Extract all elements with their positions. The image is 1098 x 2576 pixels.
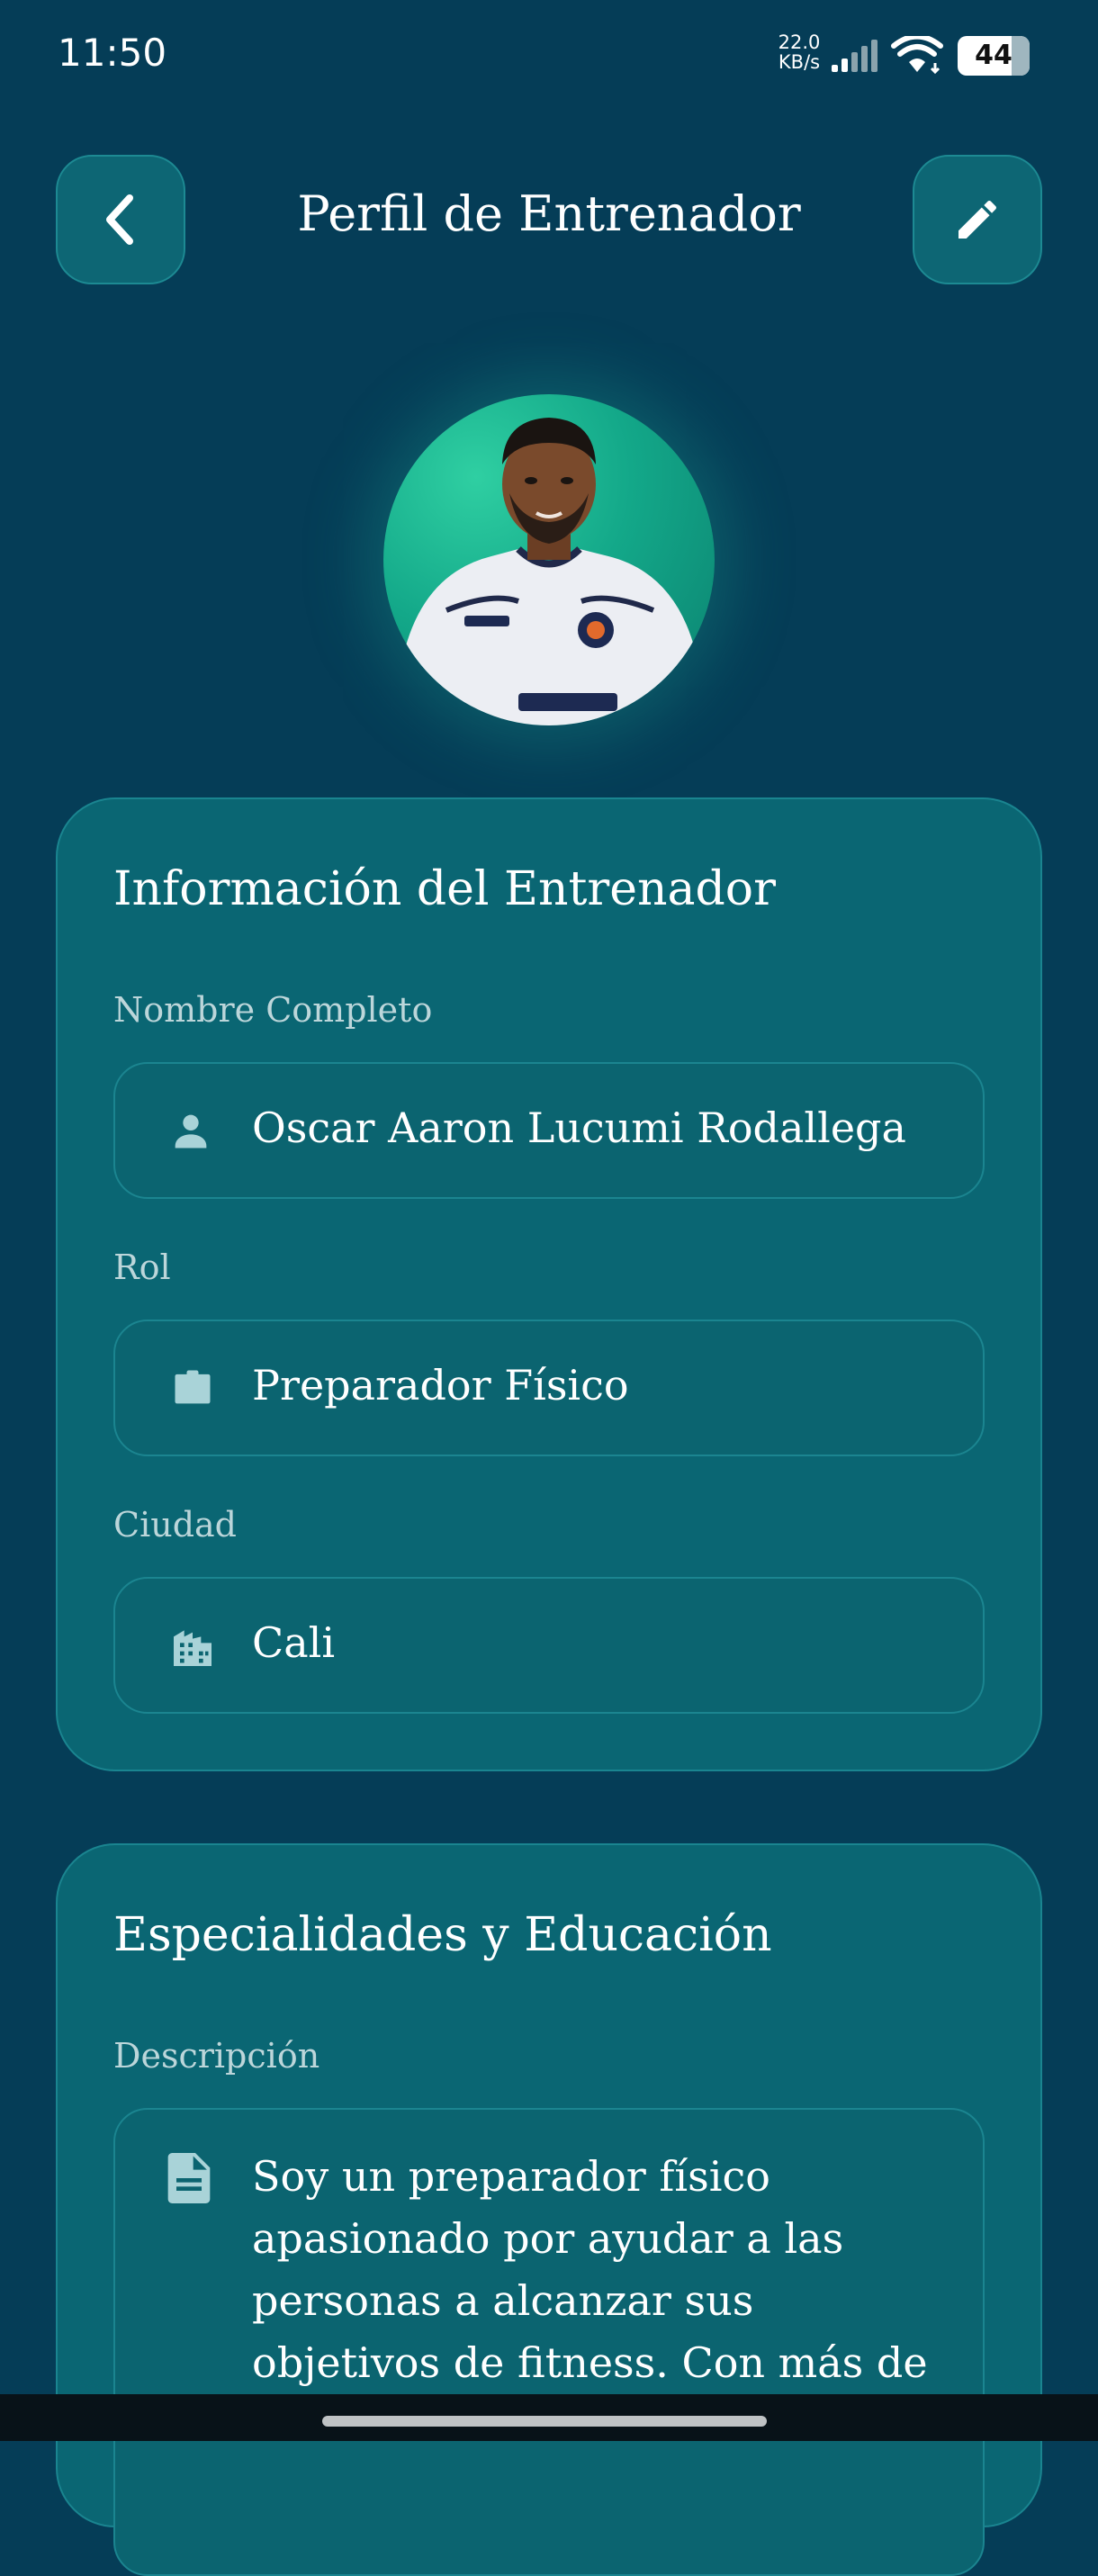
- wifi-icon: [891, 36, 943, 75]
- document-icon: [167, 2153, 211, 2203]
- page-title: Perfil de Entrenador: [297, 185, 801, 242]
- full-name-value: Oscar Aaron Lucumi Rodallega: [252, 1103, 906, 1152]
- card-title: Especialidades y Educación: [113, 1908, 772, 1962]
- edit-profile-button[interactable]: [913, 155, 1042, 284]
- network-speed-value: 22.0: [778, 32, 821, 53]
- field-label-name: Nombre Completo: [113, 990, 433, 1030]
- description-field[interactable]: Soy un preparador físico apasionado por …: [113, 2108, 985, 2576]
- pencil-icon: [958, 200, 997, 239]
- coach-info-card: Información del Entrenador Nombre Comple…: [56, 797, 1042, 1771]
- coach-photo: [401, 418, 698, 725]
- system-nav-bar: [0, 2394, 1098, 2441]
- field-label-description: Descripción: [113, 2036, 320, 2076]
- signal-icon: [832, 40, 878, 72]
- field-label-role: Rol: [113, 1247, 171, 1287]
- network-speed: 22.0 KB/s: [772, 32, 826, 72]
- avatar[interactable]: [383, 394, 715, 725]
- status-time: 11:50: [58, 31, 167, 75]
- status-bar: 11:50 22.0 KB/s 44: [0, 0, 1098, 99]
- network-speed-unit: KB/s: [778, 51, 821, 73]
- battery-icon: 44: [958, 36, 1030, 76]
- card-title: Información del Entrenador: [113, 862, 776, 916]
- city-value: Cali: [252, 1618, 336, 1667]
- battery-level: 44: [975, 40, 1012, 71]
- role-value: Preparador Físico: [252, 1361, 629, 1410]
- chevron-left-icon: [106, 194, 133, 245]
- field-label-city: Ciudad: [113, 1505, 238, 1545]
- full-name-field[interactable]: Oscar Aaron Lucumi Rodallega: [113, 1062, 985, 1199]
- home-indicator[interactable]: [322, 2416, 767, 2427]
- briefcase-icon: [175, 1370, 211, 1404]
- back-button[interactable]: [56, 155, 185, 284]
- building-icon: [174, 1630, 212, 1666]
- role-field[interactable]: Preparador Físico: [113, 1320, 985, 1456]
- person-icon: [175, 1114, 207, 1148]
- city-field[interactable]: Cali: [113, 1577, 985, 1714]
